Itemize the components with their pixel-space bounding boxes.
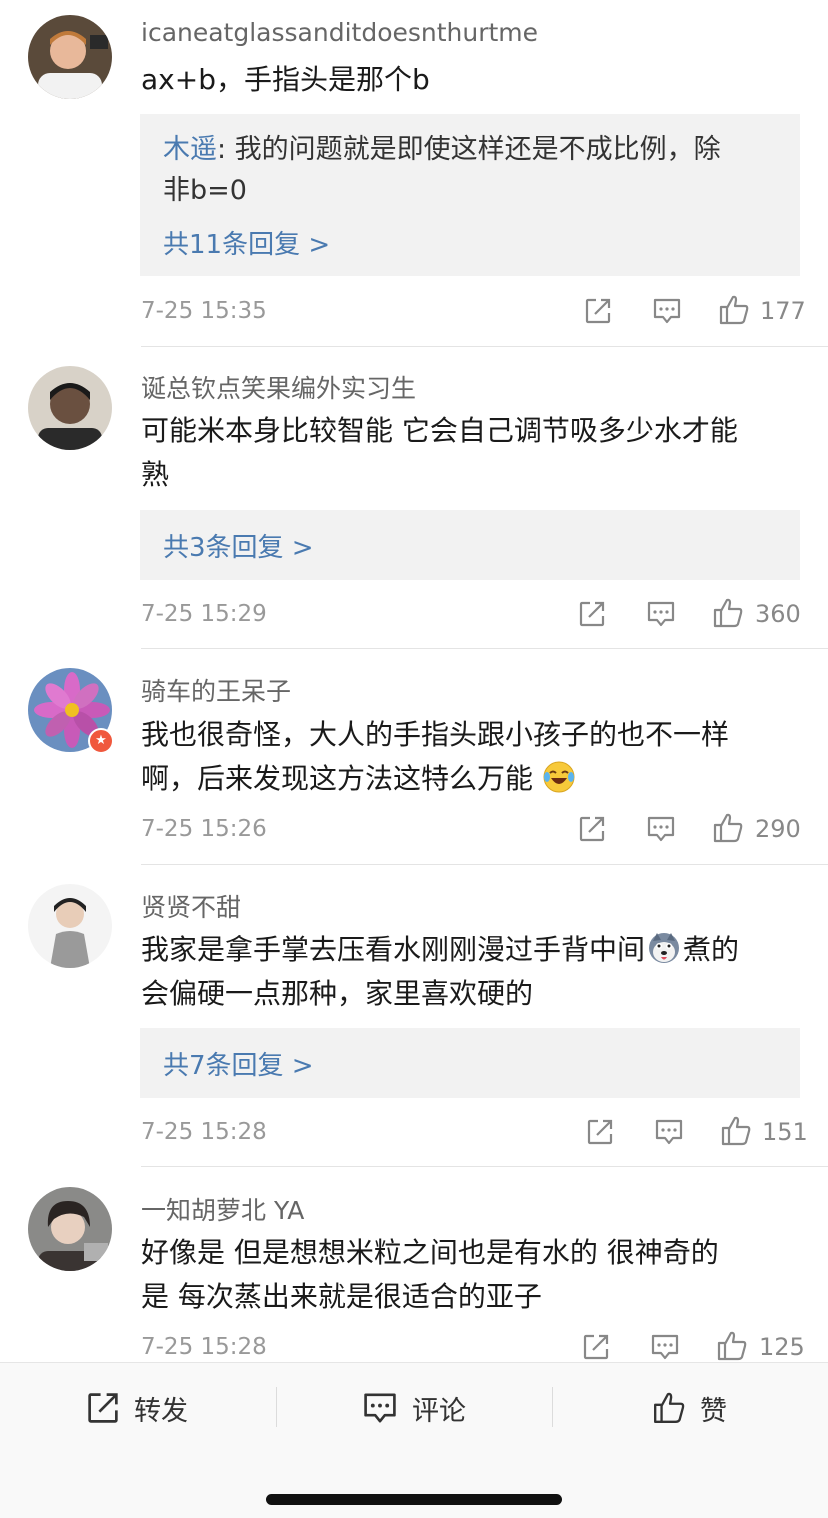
- comment-username[interactable]: 一知胡萝北 YA: [141, 1191, 304, 1227]
- comment-username[interactable]: 贤贤不甜: [141, 888, 241, 924]
- comment-button[interactable]: 评论: [362, 1391, 466, 1427]
- reply-preview-box[interactable]: 共7条回复 >: [140, 1028, 800, 1098]
- like-count: 125: [759, 1333, 805, 1361]
- comment-icon[interactable]: [654, 1118, 684, 1146]
- reply-count-link[interactable]: 共7条回复 >: [163, 1045, 314, 1082]
- comment-icon[interactable]: [646, 815, 676, 843]
- bottom-action-bar: 转发 评论 赞: [0, 1362, 828, 1518]
- like-icon[interactable]: [718, 294, 750, 326]
- repost-icon: [88, 1393, 118, 1423]
- repost-icon[interactable]: [584, 297, 612, 325]
- avatar[interactable]: [28, 366, 112, 450]
- home-indicator[interactable]: [266, 1494, 562, 1505]
- reply-preview-text: 木遥: 我的问题就是即使这样还是不成比例，除: [163, 134, 721, 165]
- comment-text: 我也很奇怪，大人的手指头跟小孩子的也不一样 啊，后来发现这方法这特么万能: [141, 718, 730, 795]
- repost-label: 转发: [134, 1395, 188, 1427]
- avatar[interactable]: [28, 1187, 112, 1271]
- comment-timestamp: 7-25 15:29: [141, 601, 267, 627]
- divider: [141, 346, 828, 347]
- like-count: 360: [755, 600, 801, 628]
- reply-username[interactable]: 木遥: [163, 134, 217, 165]
- reply-preview-text-cont: 非b=0: [163, 175, 247, 206]
- comment-username[interactable]: 骑车的王呆子: [141, 672, 291, 708]
- laughing-crying-emoji-icon: [543, 761, 575, 793]
- like-count: 151: [762, 1118, 808, 1146]
- like-count: 290: [755, 815, 801, 843]
- verified-badge-icon: ★: [88, 728, 114, 754]
- reply-preview-box[interactable]: 共3条回复 >: [140, 510, 800, 580]
- comment-text: ax+b，手指头是那个b: [141, 63, 430, 96]
- reply-count-link[interactable]: 共3条回复 >: [163, 527, 314, 564]
- avatar[interactable]: [28, 15, 112, 99]
- like-label: 赞: [700, 1395, 727, 1427]
- reply-count-link[interactable]: 共11条回复 >: [163, 224, 330, 261]
- comment-username[interactable]: icaneatglassanditdoesnthurtme: [141, 18, 538, 47]
- comment-label: 评论: [412, 1395, 466, 1427]
- repost-icon[interactable]: [578, 815, 606, 843]
- divider: [141, 648, 828, 649]
- comment-icon: [364, 1393, 396, 1423]
- comment-username[interactable]: 诞总钦点笑果编外实习生: [141, 369, 416, 405]
- repost-icon[interactable]: [578, 600, 606, 628]
- like-icon[interactable]: [712, 597, 744, 629]
- like-icon[interactable]: [720, 1115, 752, 1147]
- like-icon: [654, 1392, 685, 1423]
- like-count: 177: [760, 297, 806, 325]
- comment-icon[interactable]: [652, 297, 682, 325]
- divider: [141, 864, 828, 865]
- divider: [552, 1387, 553, 1427]
- comment-timestamp: 7-25 15:28: [141, 1119, 267, 1145]
- comment-timestamp: 7-25 15:28: [141, 1334, 267, 1360]
- comment-timestamp: 7-25 15:26: [141, 816, 267, 842]
- divider: [276, 1387, 277, 1427]
- like-icon[interactable]: [716, 1330, 748, 1362]
- like-icon[interactable]: [712, 812, 744, 844]
- comment-timestamp: 7-25 15:35: [141, 298, 267, 324]
- comment-feed[interactable]: icaneatglassanditdoesnthurtme ax+b，手指头是那…: [0, 0, 828, 1362]
- repost-button[interactable]: 转发: [86, 1391, 188, 1427]
- comment-icon[interactable]: [650, 1333, 680, 1361]
- husky-emoji-icon: [649, 933, 680, 963]
- comment-icon[interactable]: [646, 600, 676, 628]
- comment-text: 好像是 但是想想米粒之间也是有水的 很神奇的 是 每次蒸出来就是很适合的亚子: [141, 1236, 719, 1313]
- avatar[interactable]: [28, 884, 112, 968]
- like-button[interactable]: 赞: [652, 1391, 727, 1427]
- repost-icon[interactable]: [582, 1333, 610, 1361]
- reply-preview-box[interactable]: 木遥: 我的问题就是即使这样还是不成比例，除 非b=0 共11条回复 >: [140, 114, 800, 276]
- divider: [141, 1166, 828, 1167]
- comment-text: 可能米本身比较智能 它会自己调节吸多少水才能 熟: [141, 414, 738, 491]
- repost-icon[interactable]: [586, 1118, 614, 1146]
- comment-text: 我家是拿手掌去压看水刚刚漫过手背中间 煮的 会偏硬一点那种，家里喜欢硬的: [141, 933, 740, 1010]
